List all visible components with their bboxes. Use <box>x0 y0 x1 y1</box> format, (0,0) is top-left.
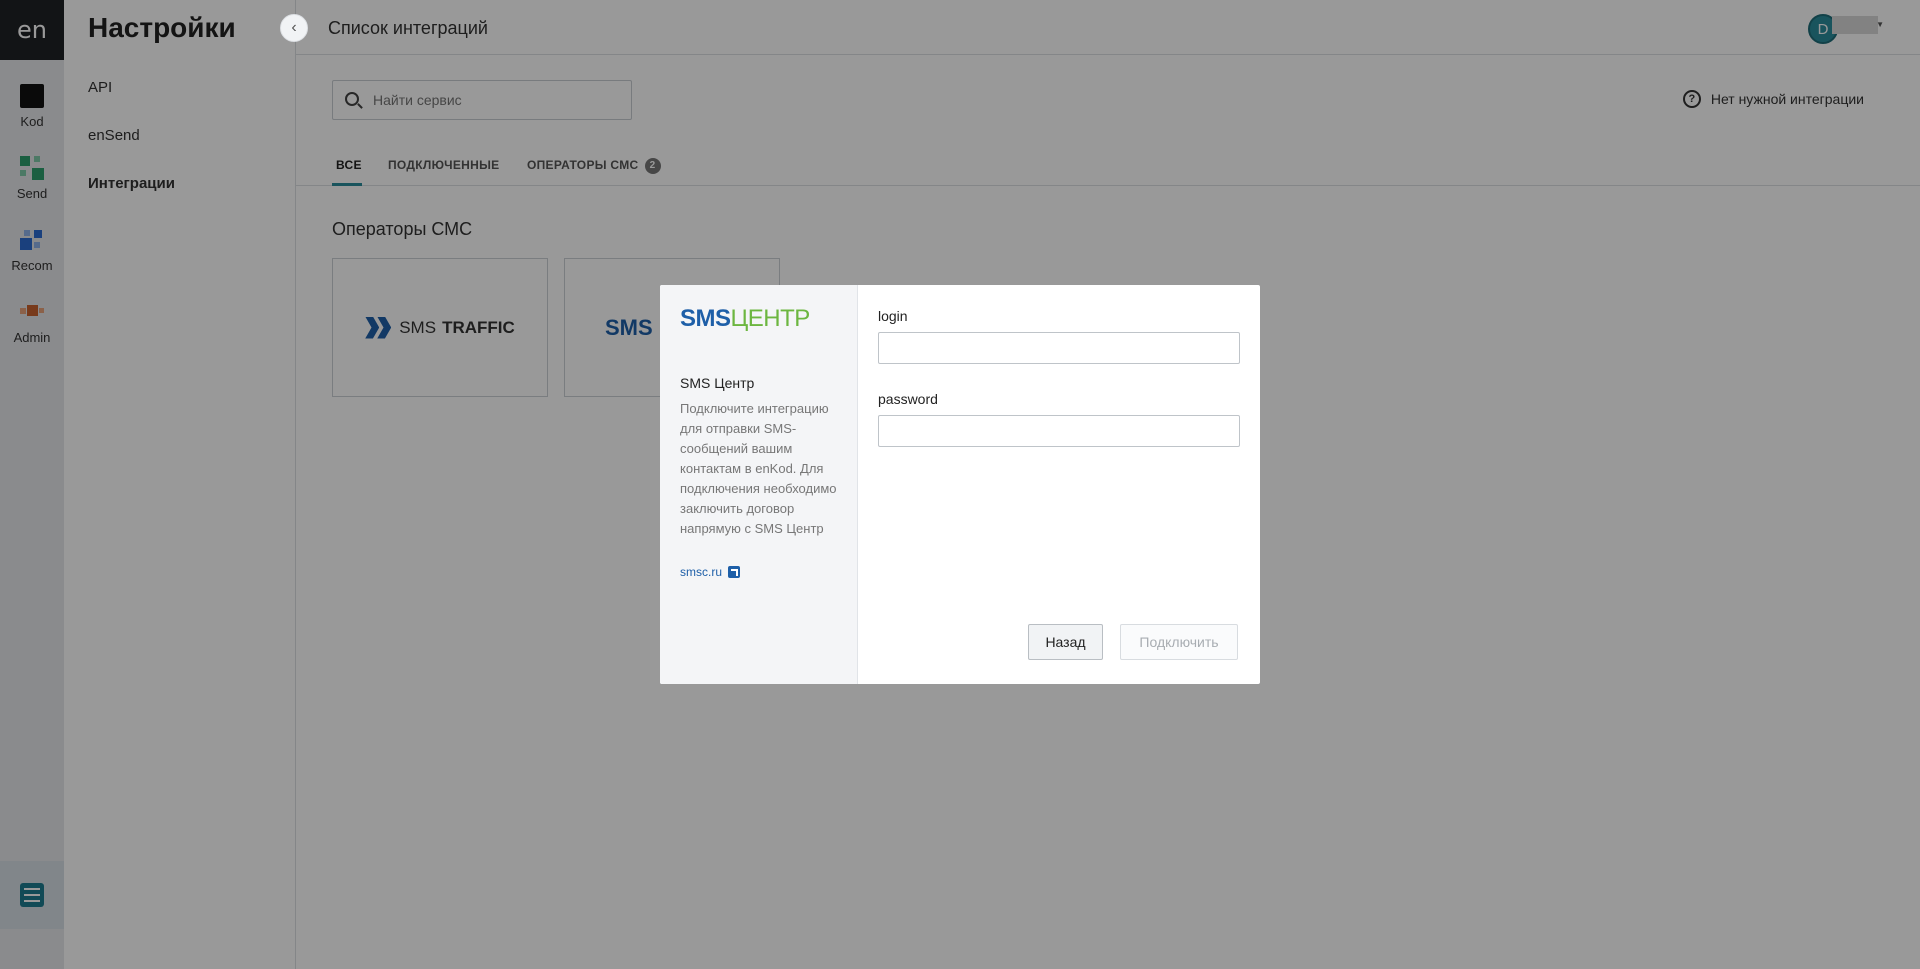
back-button[interactable]: Назад <box>1028 624 1103 660</box>
integration-website-link[interactable]: smsc.ru <box>680 565 837 579</box>
integration-description: Подключите интеграцию для отправки SMS-с… <box>680 401 837 536</box>
login-label: login <box>878 308 908 324</box>
login-field[interactable] <box>878 332 1240 364</box>
password-label: password <box>878 391 938 407</box>
collapse-sidebar-button[interactable]: ‹ <box>280 14 308 42</box>
modal-info-panel: SMSЦЕНТР SMS Центр Подключите интеграцию… <box>660 285 858 684</box>
smsc-logo: SMSЦЕНТР <box>680 305 810 332</box>
link-text: smsc.ru <box>680 565 722 579</box>
modal-form: login password Назад Подключить <box>858 285 1260 684</box>
chevron-left-icon: ‹ <box>291 19 297 36</box>
external-link-icon <box>728 566 740 578</box>
integration-name: SMS Центр <box>680 375 755 391</box>
connect-button[interactable]: Подключить <box>1120 624 1238 660</box>
connect-integration-modal: SMSЦЕНТР SMS Центр Подключите интеграцию… <box>660 285 1260 684</box>
password-field[interactable] <box>878 415 1240 447</box>
